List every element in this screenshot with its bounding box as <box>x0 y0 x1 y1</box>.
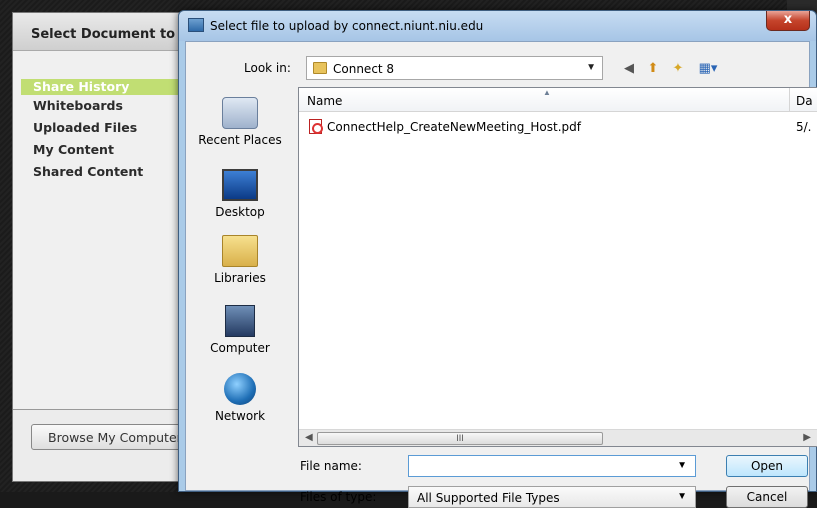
panel-item-my-content[interactable]: My Content <box>21 139 189 161</box>
chevron-down-icon: ▼ <box>677 491 687 502</box>
place-network[interactable]: Network <box>186 373 294 423</box>
cancel-button[interactable]: Cancel <box>726 486 808 508</box>
places-bar: Recent Places Desktop Libraries Computer… <box>186 87 294 492</box>
place-libraries[interactable]: Libraries <box>186 235 294 285</box>
look-in-dropdown[interactable]: Connect 8 ▼ <box>306 56 603 80</box>
file-name-label: File name: <box>300 459 362 473</box>
chevron-down-icon[interactable]: ▼ <box>677 460 687 471</box>
dialog-titlebar[interactable]: Select file to upload by connect.niunt.n… <box>179 11 816 41</box>
desktop-icon <box>222 169 258 201</box>
column-header-name[interactable]: Name <box>307 94 342 108</box>
panel-item-whiteboards[interactable]: Whiteboards <box>21 95 189 117</box>
file-name: ConnectHelp_CreateNewMeeting_Host.pdf <box>327 120 581 134</box>
place-recent-places[interactable]: Recent Places <box>186 97 294 147</box>
place-label: Libraries <box>214 271 266 285</box>
scrollbar-thumb[interactable]: III <box>317 432 603 445</box>
close-button[interactable]: x <box>766 11 810 31</box>
horizontal-scrollbar[interactable]: ◀ III ▶ <box>299 429 817 446</box>
files-of-type-label: Files of type: <box>300 490 377 504</box>
file-upload-dialog: Select file to upload by connect.niunt.n… <box>178 10 817 508</box>
file-date: 5/. <box>796 120 812 134</box>
app-window-icon <box>188 18 204 32</box>
place-label: Desktop <box>215 205 265 219</box>
file-name-input[interactable]: ▼ <box>408 455 696 477</box>
scroll-left-icon[interactable]: ◀ <box>305 432 313 443</box>
view-menu-icon[interactable]: ▦▾ <box>694 59 722 77</box>
back-icon[interactable]: ◀ <box>620 59 638 77</box>
column-header-date[interactable]: Da <box>796 94 813 108</box>
panel-item-shared-content[interactable]: Shared Content <box>21 161 189 183</box>
pdf-file-icon <box>309 119 323 134</box>
place-computer[interactable]: Computer <box>186 305 294 355</box>
files-of-type-value: All Supported File Types <box>417 491 560 505</box>
file-list[interactable]: ▲ Name Da ConnectHelp_CreateNewMeeting_H… <box>298 87 817 447</box>
dialog-client: Look in: Connect 8 ▼ ◀ ⬆ ✦ ▦▾ Recent Pla… <box>185 41 817 508</box>
look-in-label: Look in: <box>244 61 291 75</box>
panel-list: Share History Whiteboards Uploaded Files… <box>21 79 189 183</box>
sort-ascending-icon: ▲ <box>543 88 551 97</box>
recent-places-icon <box>222 97 258 129</box>
dialog-title: Select file to upload by connect.niunt.n… <box>210 19 484 33</box>
libraries-icon <box>222 235 258 267</box>
place-desktop[interactable]: Desktop <box>186 169 294 219</box>
chevron-down-icon: ▼ <box>586 62 596 73</box>
open-button[interactable]: Open <box>726 455 808 477</box>
place-label: Recent Places <box>198 133 282 147</box>
browse-my-computer-button[interactable]: Browse My Computer... <box>31 424 201 450</box>
file-row[interactable]: ConnectHelp_CreateNewMeeting_Host.pdf 5/… <box>305 118 817 136</box>
panel-item-uploaded-files[interactable]: Uploaded Files <box>21 117 189 139</box>
look-in-value: Connect 8 <box>333 62 395 76</box>
up-folder-icon[interactable]: ⬆ <box>644 59 662 77</box>
files-of-type-select[interactable]: All Supported File Types ▼ <box>408 486 696 508</box>
column-divider[interactable] <box>789 88 790 112</box>
folder-icon <box>313 62 327 74</box>
place-label: Network <box>214 409 266 423</box>
new-folder-icon[interactable]: ✦ <box>669 59 687 77</box>
panel-item-share-history[interactable]: Share History <box>21 79 189 95</box>
computer-icon <box>225 305 255 337</box>
place-label: Computer <box>210 341 270 355</box>
network-icon <box>224 373 256 405</box>
scroll-right-icon[interactable]: ▶ <box>803 432 811 443</box>
file-list-header: ▲ Name Da <box>299 88 817 112</box>
